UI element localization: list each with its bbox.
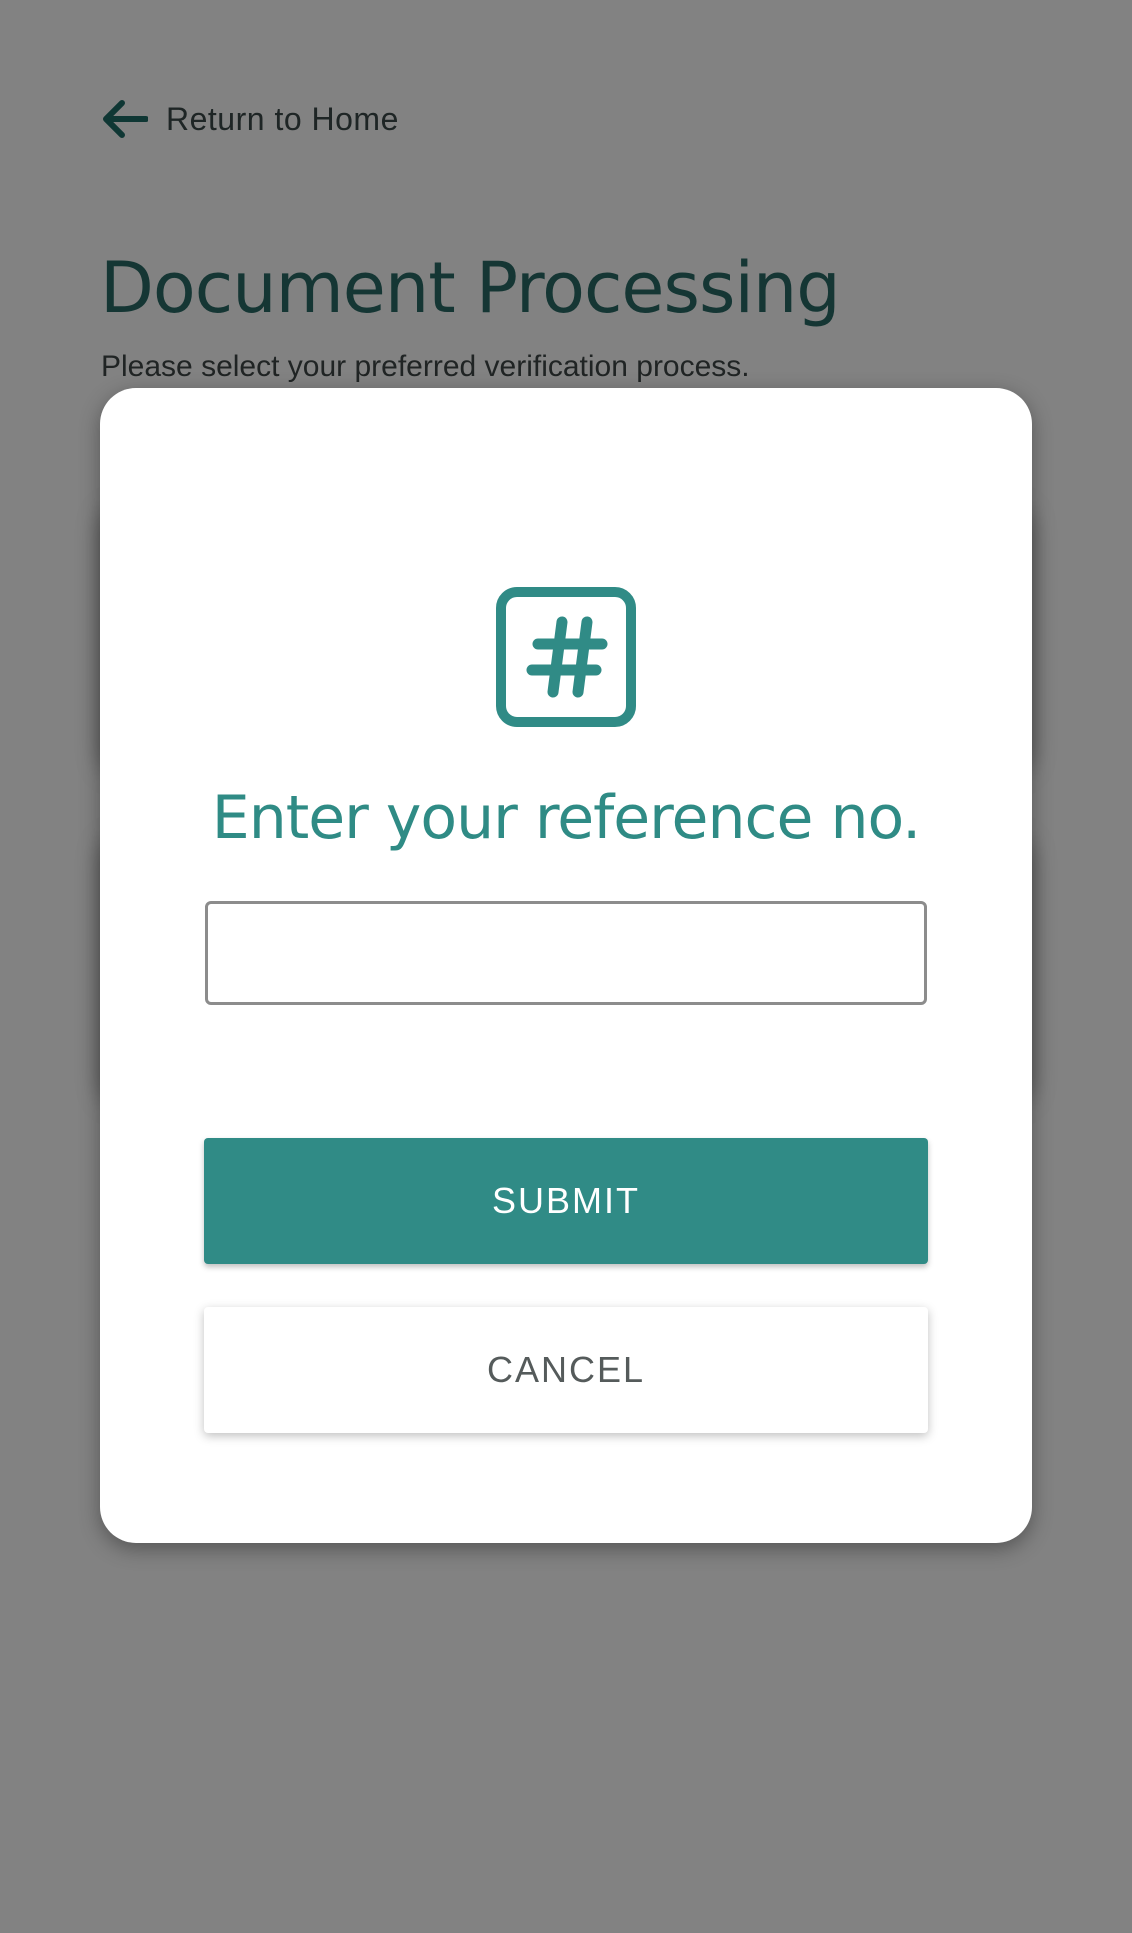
- hash-box-icon: [496, 587, 636, 727]
- reference-dialog: Enter your reference no. SUBMIT CANCEL: [100, 388, 1032, 1543]
- cancel-button[interactable]: CANCEL: [204, 1307, 928, 1433]
- reference-number-input[interactable]: [205, 901, 927, 1005]
- dialog-title: Enter your reference no.: [211, 783, 921, 853]
- submit-button[interactable]: SUBMIT: [204, 1138, 928, 1264]
